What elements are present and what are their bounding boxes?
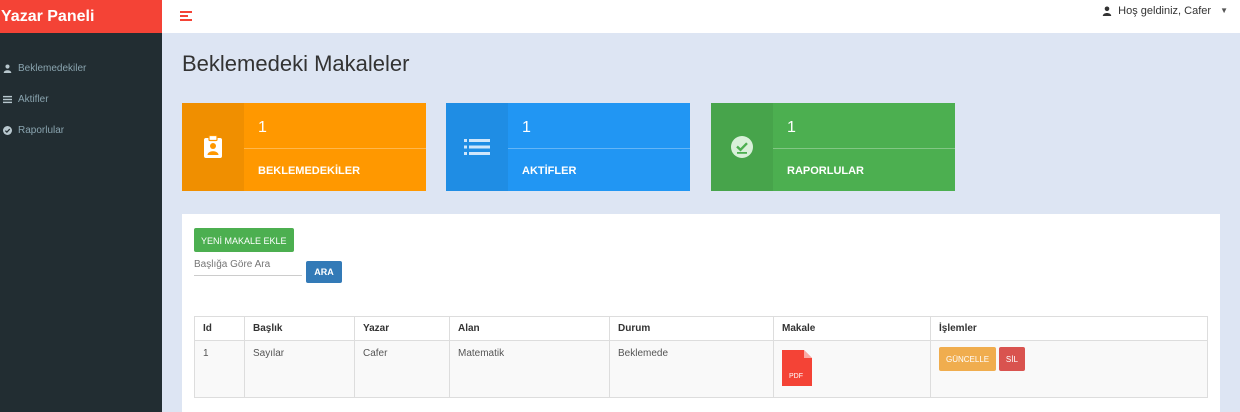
column-header-id: Id — [194, 316, 245, 341]
sidebar-item-aktifler[interactable]: Aktifler — [0, 84, 162, 115]
top-navbar: Yazar Paneli Hoş geldiniz, Cafer ▼ — [0, 0, 1240, 33]
search-input[interactable] — [194, 258, 302, 276]
caret-down-icon: ▼ — [1220, 6, 1228, 15]
card-label: RAPORLULAR — [787, 165, 864, 177]
icon-box — [182, 103, 244, 191]
icon-box — [711, 103, 773, 191]
list-icon — [464, 139, 490, 155]
cell-actions: GÜNCELLE SİL — [930, 340, 1208, 398]
stat-card-raporlular[interactable]: 1 RAPORLULAR — [711, 103, 955, 191]
stat-card-beklemedekiler[interactable]: 1 BEKLEMEDEKİLER — [182, 103, 426, 191]
card-count: 1 — [522, 119, 531, 136]
column-header-actions: İşlemler — [930, 316, 1208, 341]
pdf-label: PDF — [789, 373, 803, 380]
column-header-file: Makale — [773, 316, 931, 341]
cell-file: PDF — [773, 340, 931, 398]
card-count: 1 — [787, 119, 796, 136]
card-divider — [508, 148, 690, 149]
column-header-author: Yazar — [354, 316, 450, 341]
user-menu[interactable]: Hoş geldiniz, Cafer ▼ — [1102, 0, 1228, 33]
sidebar-item-raporlular[interactable]: Raporlular — [0, 115, 162, 146]
delete-button[interactable]: SİL — [998, 347, 1025, 371]
main-content: Beklemedeki Makaleler 1 BEKLEMEDEKİLER 1… — [162, 33, 1240, 412]
sidebar: Beklemedekiler Aktifler Raporlular — [0, 33, 162, 412]
table-header-row: Id Başlık Yazar Alan Durum Makale İşleml… — [194, 316, 1208, 341]
update-button[interactable]: GÜNCELLE — [939, 347, 997, 371]
table-row: 1 Sayılar Cafer Matematik Beklemede PDF — [194, 340, 1208, 398]
card-divider — [773, 148, 955, 149]
column-header-status: Durum — [609, 316, 774, 341]
list-icon — [3, 95, 12, 104]
articles-panel: YENİ MAKALE EKLE ARA Id Başlık Yazar Ala… — [182, 214, 1220, 412]
brand-logo[interactable]: Yazar Paneli — [0, 0, 162, 33]
page-title: Beklemedeki Makaleler — [182, 51, 410, 76]
articles-table: Id Başlık Yazar Alan Durum Makale İşleml… — [194, 316, 1208, 398]
user-icon — [3, 64, 12, 73]
add-article-button[interactable]: YENİ MAKALE EKLE — [194, 228, 294, 252]
pdf-file-icon[interactable]: PDF — [782, 350, 812, 386]
card-divider — [244, 148, 426, 149]
sidebar-item-label: Aktifler — [18, 94, 49, 105]
column-header-title: Başlık — [244, 316, 355, 341]
clipboard-user-icon — [204, 135, 222, 158]
cell-title: Sayılar — [244, 340, 355, 398]
card-label: AKTİFLER — [522, 165, 577, 177]
menu-toggle-icon[interactable] — [180, 11, 192, 21]
search-button[interactable]: ARA — [306, 261, 342, 283]
column-header-field: Alan — [449, 316, 610, 341]
sidebar-item-label: Raporlular — [18, 125, 65, 136]
sidebar-item-beklemedekiler[interactable]: Beklemedekiler — [0, 53, 162, 84]
user-greeting: Hoş geldiniz, Cafer — [1118, 5, 1212, 17]
icon-box — [446, 103, 508, 191]
cell-id: 1 — [194, 340, 245, 398]
user-icon — [1102, 6, 1112, 16]
cell-status: Beklemede — [609, 340, 774, 398]
check-circle-icon — [3, 126, 12, 135]
stat-card-aktifler[interactable]: 1 AKTİFLER — [446, 103, 690, 191]
check-circle-icon — [731, 136, 753, 158]
card-label: BEKLEMEDEKİLER — [258, 165, 361, 177]
cell-field: Matematik — [449, 340, 610, 398]
card-count: 1 — [258, 119, 267, 136]
sidebar-item-label: Beklemedekiler — [18, 63, 87, 74]
cell-author: Cafer — [354, 340, 450, 398]
